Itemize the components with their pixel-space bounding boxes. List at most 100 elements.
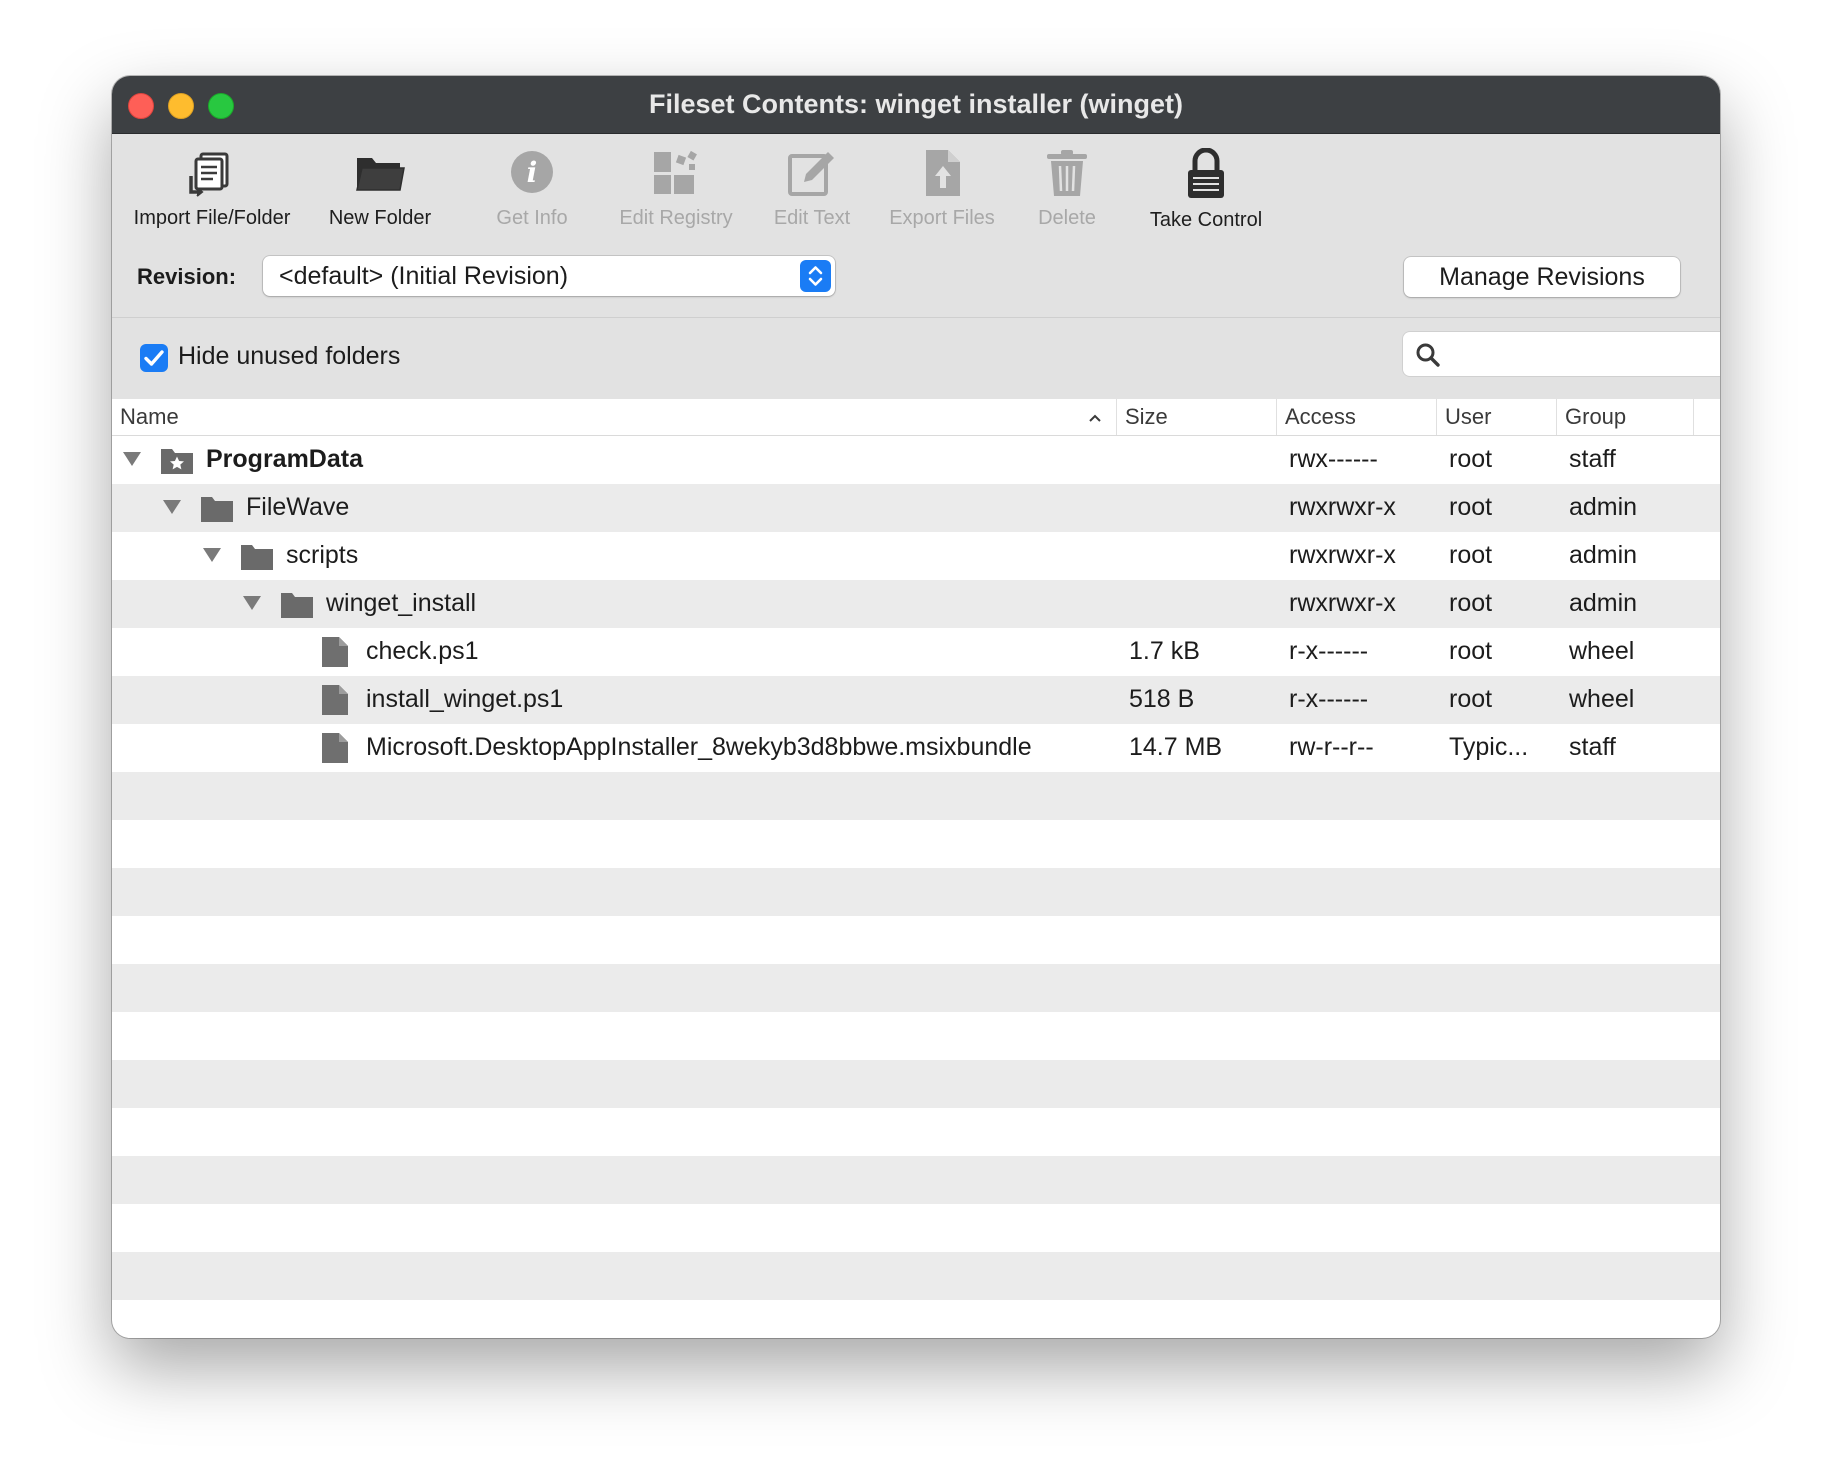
export-icon — [926, 150, 960, 196]
search-input[interactable] — [1449, 338, 1720, 372]
window-title: Fileset Contents: winget installer (wing… — [648, 89, 1184, 119]
search-field[interactable] — [1403, 332, 1720, 376]
table-row[interactable]: winget_install rwxrwxr-x root admin — [112, 580, 1720, 628]
file-user: root — [1449, 589, 1493, 617]
file-table: ProgramData rwx------ root staff FileWave rwx… — [112, 436, 1720, 1338]
file-user: root — [1449, 541, 1493, 569]
get-info-button[interactable]: i Get Info — [461, 148, 603, 244]
file-icon — [322, 637, 348, 667]
empty-row — [112, 916, 1720, 964]
edit-text-button[interactable]: Edit Text — [749, 148, 875, 244]
new-folder-button[interactable]: New Folder — [305, 148, 455, 244]
empty-row — [112, 964, 1720, 1012]
folder-icon — [201, 497, 233, 522]
column-header-size[interactable]: Size — [1117, 399, 1277, 435]
file-name: scripts — [286, 541, 359, 569]
lock-icon — [1188, 148, 1224, 198]
file-access: r-x------ — [1289, 685, 1369, 713]
hide-unused-folders-label[interactable]: Hide unused folders — [178, 342, 400, 371]
sort-ascending-icon — [1089, 414, 1101, 422]
empty-row — [112, 1108, 1720, 1156]
file-user: root — [1449, 637, 1493, 665]
disclosure-triangle-icon[interactable] — [202, 546, 222, 564]
column-header-user-label: User — [1445, 404, 1492, 429]
new-folder-label: New Folder — [328, 207, 432, 229]
file-name: Microsoft.DesktopAppInstaller_8wekyb3d8b… — [366, 733, 1032, 761]
file-access: rwx------ — [1289, 445, 1378, 473]
column-header-access[interactable]: Access — [1277, 399, 1437, 435]
svg-text:i: i — [527, 156, 538, 189]
empty-row — [112, 772, 1720, 820]
checkmark-icon — [144, 350, 164, 366]
file-group: admin — [1569, 541, 1638, 569]
edit-registry-button[interactable]: Edit Registry — [604, 148, 748, 244]
column-header-name-label: Name — [120, 404, 179, 429]
file-group: wheel — [1569, 637, 1635, 665]
delete-label: Delete — [1038, 207, 1096, 229]
table-header: Name Size Access User Group — [112, 399, 1720, 436]
empty-row — [112, 1252, 1720, 1300]
table-row[interactable]: ProgramData rwx------ root staff — [112, 436, 1720, 484]
folder-icon — [356, 158, 405, 191]
file-user: root — [1449, 493, 1493, 521]
disclosure-triangle-icon[interactable] — [242, 594, 262, 612]
file-access: rw-r--r-- — [1289, 733, 1374, 761]
revision-selected: <default> (Initial Revision) — [279, 262, 569, 290]
file-access: r-x------ — [1289, 637, 1369, 665]
folder-icon — [241, 545, 273, 570]
empty-row — [112, 868, 1720, 916]
title-bar[interactable]: Fileset Contents: winget installer (wing… — [112, 76, 1720, 134]
file-icon — [322, 685, 348, 715]
column-header-access-label: Access — [1285, 404, 1356, 429]
import-icon — [189, 152, 229, 197]
file-user: root — [1449, 445, 1493, 473]
delete-button[interactable]: Delete — [1009, 148, 1125, 244]
registry-icon — [654, 150, 697, 194]
edit-text-label: Edit Text — [773, 207, 851, 229]
table-row[interactable]: FileWave rwxrwxr-x root admin — [112, 484, 1720, 532]
file-icon — [322, 733, 348, 763]
export-files-button[interactable]: Export Files — [876, 148, 1008, 244]
column-header-size-label: Size — [1125, 404, 1168, 429]
take-control-button[interactable]: Take Control — [1126, 148, 1286, 244]
revision-popup[interactable]: <default> (Initial Revision) — [263, 256, 835, 296]
column-header-group[interactable]: Group — [1557, 399, 1694, 435]
chevron-updown-icon — [800, 260, 831, 292]
column-header-group-label: Group — [1565, 404, 1627, 429]
folder-icon — [281, 593, 313, 618]
edit-text-icon — [788, 152, 834, 196]
fileset-contents-window: Fileset Contents: winget installer (wing… — [112, 76, 1720, 1338]
disclosure-triangle-icon[interactable] — [162, 498, 182, 516]
column-header-user[interactable]: User — [1437, 399, 1557, 435]
file-size: 1.7 kB — [1129, 637, 1200, 665]
file-name: FileWave — [246, 493, 350, 521]
file-group: admin — [1569, 493, 1638, 521]
empty-row — [112, 1300, 1720, 1338]
table-row[interactable]: scripts rwxrwxr-x root admin — [112, 532, 1720, 580]
get-info-label: Get Info — [496, 207, 568, 229]
file-size: 518 B — [1129, 685, 1195, 713]
manage-revisions-button[interactable]: Manage Revisions — [1404, 257, 1680, 297]
empty-row — [112, 1204, 1720, 1252]
table-row[interactable]: check.ps1 1.7 kB r-x------ root wheel — [112, 628, 1720, 676]
info-icon: i — [511, 151, 553, 193]
empty-row — [112, 1156, 1720, 1204]
search-icon — [1416, 343, 1440, 367]
import-file-folder-button[interactable]: Import File/Folder — [120, 148, 304, 244]
revision-label: Revision: — [137, 264, 237, 289]
file-size: 14.7 MB — [1129, 733, 1223, 761]
empty-row — [112, 820, 1720, 868]
file-group: admin — [1569, 589, 1638, 617]
hide-unused-folders-checkbox[interactable] — [140, 344, 168, 372]
table-row[interactable]: install_winget.ps1 518 B r-x------ root whee… — [112, 676, 1720, 724]
file-access: rwxrwxr-x — [1289, 493, 1396, 521]
file-name: install_winget.ps1 — [366, 685, 564, 713]
disclosure-triangle-icon[interactable] — [122, 450, 142, 468]
file-user: root — [1449, 685, 1493, 713]
edit-registry-label: Edit Registry — [619, 207, 733, 229]
table-row[interactable]: Microsoft.DesktopAppInstaller_8wekyb3d8b… — [112, 724, 1720, 772]
file-group: staff — [1569, 733, 1616, 761]
file-access: rwxrwxr-x — [1289, 589, 1396, 617]
column-header-name[interactable]: Name — [112, 399, 1117, 435]
file-group: staff — [1569, 445, 1616, 473]
